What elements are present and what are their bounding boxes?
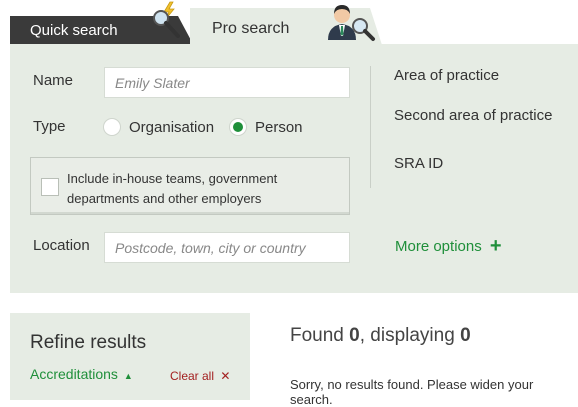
results-count: Found 0, displaying 0 — [290, 325, 471, 347]
tab-pro-search-label: Pro search — [212, 20, 290, 37]
name-input[interactable]: Emily Slater — [104, 67, 350, 98]
radio-organisation-label: Organisation — [129, 119, 215, 136]
radio-person[interactable] — [229, 118, 247, 136]
refine-results-title: Refine results — [30, 332, 147, 353]
radio-organisation[interactable] — [103, 118, 121, 136]
area-of-practice-link[interactable]: Area of practice — [394, 67, 499, 84]
inhouse-label: Include in-house teams, government depar… — [67, 171, 278, 206]
accreditations-label: Accreditations — [30, 366, 118, 382]
more-options-button[interactable]: More options + — [395, 234, 502, 257]
inhouse-checkbox[interactable] — [41, 178, 59, 196]
plus-icon: + — [489, 235, 502, 257]
second-area-of-practice-link[interactable]: Second area of practice — [394, 107, 552, 124]
name-label: Name — [33, 72, 74, 89]
found-prefix: Found — [290, 325, 350, 346]
triangle-up-icon: ▲ — [123, 371, 133, 381]
sra-id-link[interactable]: SRA ID — [394, 155, 443, 172]
accreditations-toggle[interactable]: Accreditations ▲ — [30, 366, 133, 382]
panel-divider — [370, 66, 371, 188]
tab-quick-search-label: Quick search — [30, 22, 118, 39]
location-input[interactable]: Postcode, town, city or country — [104, 232, 350, 263]
location-label: Location — [33, 237, 90, 254]
close-icon: ✕ — [220, 369, 231, 383]
inhouse-option-box[interactable]: Include in-house teams, government depar… — [30, 157, 350, 215]
refine-results-panel — [10, 313, 250, 400]
radio-person-selected-dot — [233, 122, 243, 132]
displaying-count: 0 — [460, 325, 471, 346]
displaying-prefix: , displaying — [359, 325, 461, 346]
magnifier-lightning-icon — [153, 1, 180, 38]
clear-all-label: Clear all — [170, 369, 215, 383]
found-count: 0 — [349, 325, 360, 346]
businessman-magnifier-icon — [328, 5, 375, 41]
clear-all-button[interactable]: Clear all ✕ — [170, 369, 230, 383]
no-results-message: Sorry, no results found. Please widen yo… — [290, 377, 534, 407]
more-options-label: More options — [395, 238, 482, 255]
radio-person-label: Person — [255, 119, 303, 136]
type-label: Type — [33, 118, 66, 135]
